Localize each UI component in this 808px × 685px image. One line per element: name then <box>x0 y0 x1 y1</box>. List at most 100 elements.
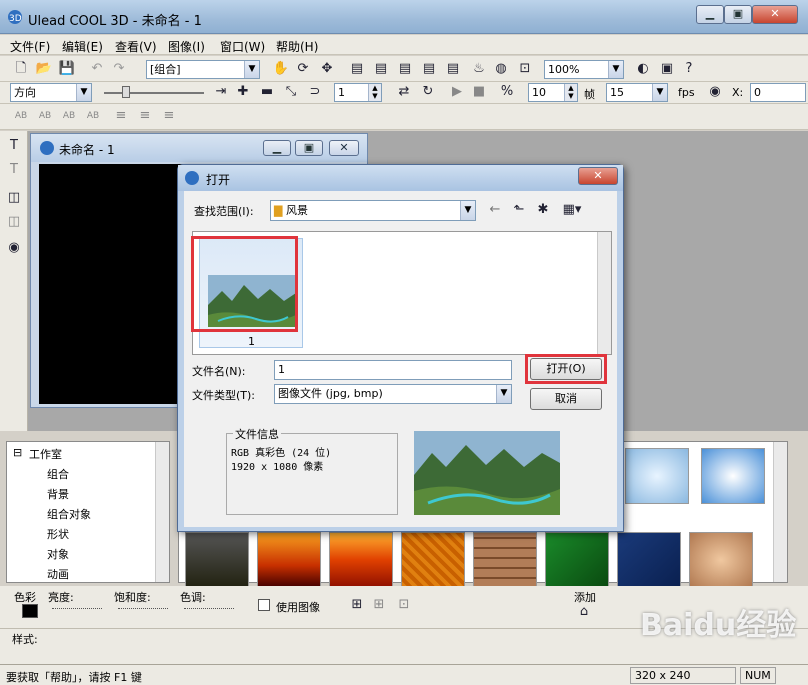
percent-icon[interactable]: % <box>498 83 516 101</box>
text-spacing-icon-3[interactable]: AB <box>60 107 78 125</box>
loop-icon[interactable]: ⊃ <box>306 83 324 101</box>
key-icon[interactable]: ⇥ <box>212 83 230 101</box>
menu-window[interactable]: 窗口(W) <box>220 38 265 55</box>
fps-combo[interactable]: 15 ▼ <box>606 83 668 102</box>
globe-icon[interactable]: ◍ <box>492 60 510 78</box>
texture-thumb-sunset[interactable] <box>257 532 321 588</box>
edit-text-icon[interactable]: T <box>5 161 23 179</box>
menu-edit[interactable]: 编辑(E) <box>62 38 103 55</box>
tree-scrollbar[interactable] <box>155 442 169 582</box>
refresh-icon[interactable]: ↻ <box>419 83 437 101</box>
text-spacing-icon-1[interactable]: AB <box>12 107 30 125</box>
brightness-slider[interactable] <box>52 608 102 609</box>
edit-shape-icon[interactable]: ◫ <box>5 213 23 231</box>
maximize-button[interactable]: ▣ <box>724 5 752 24</box>
undo-icon[interactable]: ↶ <box>88 60 106 78</box>
texture-thumb-clouds[interactable] <box>701 448 765 504</box>
text-spacing-icon-4[interactable]: AB <box>84 107 102 125</box>
texture-thumb-ice[interactable] <box>625 448 689 504</box>
move-icon[interactable]: ✥ <box>318 60 336 78</box>
camera-icon-5[interactable]: ▤ <box>444 60 462 78</box>
texture-thumb-brick[interactable] <box>473 532 537 588</box>
camera-icon-4[interactable]: ▤ <box>420 60 438 78</box>
tree-item-group-object[interactable]: 组合对象 <box>47 506 91 522</box>
saturation-slider[interactable] <box>118 608 168 609</box>
text-spacing-icon-2[interactable]: AB <box>36 107 54 125</box>
color-swatch[interactable] <box>22 604 38 618</box>
load-image-icon[interactable]: ⊞ <box>348 596 366 614</box>
image-remove-icon[interactable]: ⊡ <box>395 596 413 614</box>
x-spinner[interactable]: 0 <box>750 83 806 102</box>
direction-combo[interactable]: 方向 ▼ <box>10 83 92 102</box>
back-arrow-icon[interactable]: ← <box>486 201 504 219</box>
object-tool-icon[interactable]: ◉ <box>5 239 23 257</box>
render-icon[interactable]: ◐ <box>634 60 652 78</box>
align-left-icon[interactable]: ≡ <box>112 107 130 125</box>
texture-thumb-blue[interactable] <box>617 532 681 588</box>
add-key-icon[interactable]: ✚ <box>234 83 252 101</box>
close-button[interactable]: ✕ <box>752 5 798 24</box>
rotate-icon[interactable]: ⟳ <box>294 60 312 78</box>
zoom-combo[interactable]: 100% ▼ <box>544 60 624 79</box>
menu-help[interactable]: 帮助(H) <box>276 38 318 55</box>
texture-thumb-sea-sunset[interactable] <box>329 532 393 588</box>
texture-thumb-swirl[interactable] <box>689 532 753 588</box>
minimize-button[interactable]: ▁ <box>696 5 724 24</box>
text-tool-icon[interactable]: T <box>5 137 23 155</box>
image-settings-icon[interactable]: ⊞ <box>370 596 388 614</box>
texture-thumb-dark[interactable] <box>185 532 249 588</box>
file-list-scrollbar[interactable] <box>597 232 611 354</box>
camera-icon-1[interactable]: ▤ <box>348 60 366 78</box>
tree-item-shape[interactable]: 形状 <box>47 526 69 542</box>
camera-icon-2[interactable]: ▤ <box>372 60 390 78</box>
timeline-slider[interactable] <box>104 92 204 94</box>
reverse-icon[interactable]: ⤡ <box>282 83 300 101</box>
texture-thumb-wood[interactable] <box>401 532 465 588</box>
redo-icon[interactable]: ↷ <box>110 60 128 78</box>
tree-item-group[interactable]: 组合 <box>47 466 69 482</box>
use-image-checkbox[interactable] <box>258 599 270 611</box>
timeline-slider-handle[interactable] <box>122 86 130 98</box>
up-folder-icon[interactable]: ⬑ <box>510 201 528 219</box>
lookin-combo[interactable]: ▇ 风景 ▼ <box>270 200 476 221</box>
menu-view[interactable]: 查看(V) <box>115 38 157 55</box>
dialog-close-button[interactable]: ✕ <box>578 167 618 185</box>
light-icon[interactable]: ♨ <box>470 60 488 78</box>
camera-icon-3[interactable]: ▤ <box>396 60 414 78</box>
tree-expander-icon[interactable]: ⊟ <box>13 446 22 459</box>
tree-item-background[interactable]: 背景 <box>47 486 69 502</box>
filename-input[interactable]: 1 <box>274 360 512 380</box>
menu-image[interactable]: 图像(I) <box>168 38 205 55</box>
new-folder-icon[interactable]: ✱ <box>534 201 552 219</box>
stop-icon[interactable]: ■ <box>470 83 488 101</box>
open-folder-icon[interactable]: 📂 <box>35 60 53 78</box>
swap-icon[interactable]: ⇄ <box>395 83 413 101</box>
new-file-icon[interactable]: 🗋 <box>12 60 30 78</box>
play-icon[interactable]: ▶ <box>448 83 466 101</box>
texture-thumb-green[interactable] <box>545 532 609 588</box>
tree-root[interactable]: 工作室 <box>29 446 62 462</box>
help-pointer-icon[interactable]: ? <box>680 60 698 78</box>
chart-icon[interactable]: ⊡ <box>516 60 534 78</box>
align-center-icon[interactable]: ≡ <box>136 107 154 125</box>
add-home-icon[interactable]: ⌂ <box>575 603 593 621</box>
remove-key-icon[interactable]: ▬ <box>258 83 276 101</box>
doc-minimize-button[interactable]: ▁ <box>263 140 291 156</box>
filetype-combo[interactable]: 图像文件 (jpg, bmp) ▼ <box>274 384 512 404</box>
tree-item-animation[interactable]: 动画 <box>47 566 69 582</box>
doc-maximize-button[interactable]: ▣ <box>295 140 323 156</box>
view-menu-icon[interactable]: ▦▾ <box>558 201 586 219</box>
shape-tool-icon[interactable]: ◫ <box>5 189 23 207</box>
object-icon[interactable]: ◉ <box>706 83 724 101</box>
hand-icon[interactable]: ✋ <box>272 60 290 78</box>
align-right-icon[interactable]: ≡ <box>160 107 178 125</box>
gallery-scrollbar[interactable] <box>773 442 787 582</box>
menu-file[interactable]: 文件(F) <box>10 38 50 55</box>
save-icon[interactable]: 💾 <box>58 60 76 78</box>
doc-close-button[interactable]: ✕ <box>329 140 359 156</box>
hue-slider[interactable] <box>184 608 234 609</box>
frame-spinner[interactable]: 1 ▲ ▼ <box>334 83 382 102</box>
fps-spinner-1[interactable]: 10 ▲ ▼ <box>528 83 578 102</box>
tree-item-object[interactable]: 对象 <box>47 546 69 562</box>
group-combo[interactable]: [组合] ▼ <box>146 60 260 79</box>
